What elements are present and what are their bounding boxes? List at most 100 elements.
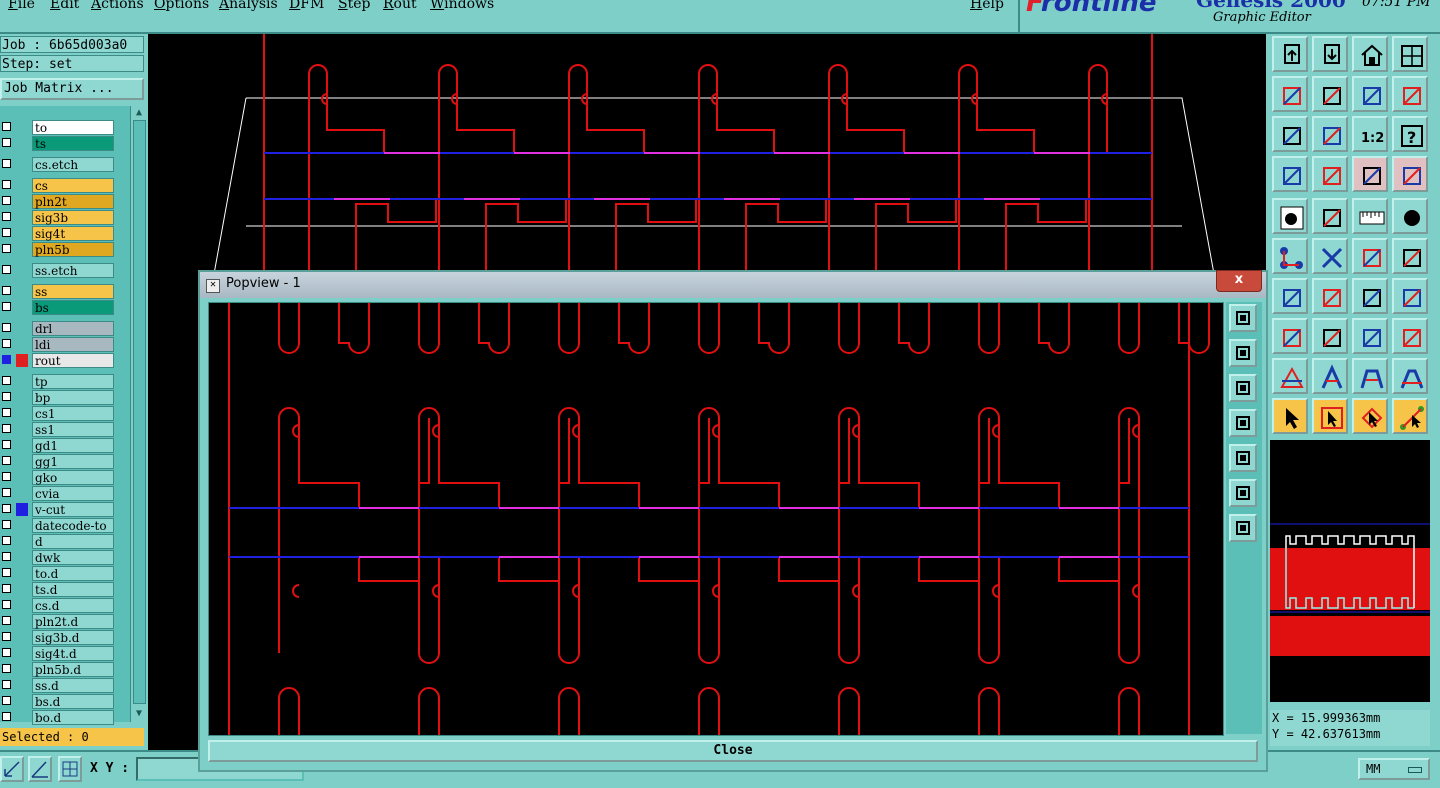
layer-row-cs[interactable]: cs	[0, 178, 116, 193]
layer-checkbox[interactable]	[2, 392, 11, 401]
menu-dfm[interactable]: DFM	[289, 0, 324, 12]
layer-row-bp[interactable]: bp	[0, 390, 116, 405]
layer-checkbox[interactable]	[2, 632, 11, 641]
arc-button[interactable]	[1312, 358, 1348, 394]
diagonal-button[interactable]	[1312, 278, 1348, 314]
layer-row-bs[interactable]: bs	[0, 300, 116, 315]
layer-checkbox[interactable]	[2, 536, 11, 545]
select-mode-button[interactable]	[0, 756, 24, 782]
dimension-button[interactable]	[1352, 318, 1388, 354]
layer-row-to[interactable]: to	[0, 120, 116, 135]
load-button[interactable]	[1272, 36, 1308, 72]
layer-checkbox[interactable]	[2, 664, 11, 673]
arrow-pad-button[interactable]	[1352, 238, 1388, 274]
units-select[interactable]: MM	[1358, 758, 1430, 780]
pointer2-button[interactable]	[1312, 398, 1348, 434]
angle-button[interactable]	[1272, 278, 1308, 314]
layer-checkbox[interactable]	[2, 138, 11, 147]
layer-row-cvia[interactable]: cvia	[0, 486, 116, 501]
layer-checkbox[interactable]	[2, 339, 11, 348]
ruler-button[interactable]	[1352, 198, 1388, 234]
overview-minimap[interactable]	[1270, 440, 1430, 702]
menu-windows[interactable]: Windows	[430, 0, 494, 12]
snap-button[interactable]	[1312, 156, 1348, 192]
layer-row-ss.etch[interactable]: ss.etch	[0, 263, 116, 278]
menu-rout[interactable]: Rout	[383, 0, 417, 12]
close-button[interactable]: Close	[208, 740, 1258, 762]
layer-checkbox[interactable]	[2, 212, 11, 221]
layer-checkbox[interactable]	[2, 680, 11, 689]
layer-checkbox[interactable]	[2, 159, 11, 168]
pad-select-button[interactable]	[1272, 318, 1308, 354]
minus-button[interactable]	[1312, 318, 1348, 354]
measure-mode-button[interactable]	[28, 756, 52, 782]
popview-fit-button[interactable]	[1229, 479, 1257, 507]
layer-checkbox[interactable]	[2, 323, 11, 332]
rotate-button[interactable]	[1352, 278, 1388, 314]
layer-checkbox[interactable]	[2, 552, 11, 561]
layer-row-sig3b[interactable]: sig3b	[0, 210, 116, 225]
next-button[interactable]	[1312, 76, 1348, 112]
layer-row-sig4t.d[interactable]: sig4t.d	[0, 646, 116, 661]
layer-row-ldi[interactable]: ldi	[0, 337, 116, 352]
layer-row-tp[interactable]: tp	[0, 374, 116, 389]
layer-row-drl[interactable]: drl	[0, 321, 116, 336]
popview-next-button[interactable]	[1229, 444, 1257, 472]
layer-row-d[interactable]: d	[0, 534, 116, 549]
connect-button[interactable]	[1272, 238, 1308, 274]
layer-checkbox[interactable]	[2, 600, 11, 609]
scale-1-2-button[interactable]: 1:2	[1352, 116, 1388, 152]
layer-row-cs.d[interactable]: cs.d	[0, 598, 116, 613]
layer-row-pln2t[interactable]: pln2t	[0, 194, 116, 209]
layer-checkbox[interactable]	[2, 520, 11, 529]
layer-row-gko[interactable]: gko	[0, 470, 116, 485]
grid-button[interactable]	[1392, 36, 1428, 72]
grid-mode-button[interactable]	[58, 756, 82, 782]
tools-button[interactable]	[1272, 156, 1308, 192]
popview-load-button[interactable]	[1229, 339, 1257, 367]
layer-checkbox[interactable]	[2, 180, 11, 189]
layer-row-gd1[interactable]: gd1	[0, 438, 116, 453]
scroll-down-icon[interactable]: ▼	[133, 708, 145, 720]
cross-button[interactable]	[1312, 238, 1348, 274]
layer-checkbox[interactable]	[2, 376, 11, 385]
arrow-pad2-button[interactable]	[1392, 238, 1428, 274]
layer-row-ts[interactable]: ts	[0, 136, 116, 151]
layer-checkbox[interactable]	[2, 648, 11, 657]
layer-checkbox[interactable]	[2, 244, 11, 253]
popview-prev-button[interactable]	[1229, 409, 1257, 437]
arch-button[interactable]	[1352, 358, 1388, 394]
layer-checkbox[interactable]	[2, 616, 11, 625]
flip-button[interactable]	[1392, 278, 1428, 314]
menu-help[interactable]: Help	[970, 0, 1004, 12]
layer-checkbox[interactable]	[2, 696, 11, 705]
scroll-up-icon[interactable]: ▲	[133, 107, 145, 119]
layer-row-gg1[interactable]: gg1	[0, 454, 116, 469]
menu-step[interactable]: Step	[338, 0, 370, 12]
layer-row-rout[interactable]: rout	[0, 353, 116, 368]
popview-pan-button[interactable]	[1229, 514, 1257, 542]
circle-button[interactable]	[1392, 198, 1428, 234]
layer-scrollbar[interactable]: ▲ ▼	[130, 106, 147, 722]
menu-options[interactable]: Options	[154, 0, 209, 12]
compare2-button[interactable]	[1392, 156, 1428, 192]
home-button[interactable]	[1352, 36, 1388, 72]
layer-checkbox[interactable]	[2, 355, 11, 364]
line-button[interactable]	[1312, 198, 1348, 234]
layer-checkbox[interactable]	[2, 440, 11, 449]
menu-analysis[interactable]: Analysis	[219, 0, 278, 12]
layer-row-dwk[interactable]: dwk	[0, 550, 116, 565]
layer-row-bs.d[interactable]: bs.d	[0, 694, 116, 709]
compare-button[interactable]	[1352, 156, 1388, 192]
layer-checkbox[interactable]	[2, 584, 11, 593]
layer-row-ss[interactable]: ss	[0, 284, 116, 299]
layer-row-ss1[interactable]: ss1	[0, 422, 116, 437]
layer-row-ts.d[interactable]: ts.d	[0, 582, 116, 597]
menu-edit[interactable]: Edit	[50, 0, 79, 12]
popview-titlebar[interactable]: ✕ Popview - 1 x	[200, 270, 1266, 298]
layer-checkbox[interactable]	[2, 196, 11, 205]
undo-button[interactable]	[1352, 76, 1388, 112]
layer-row-sig3b.d[interactable]: sig3b.d	[0, 630, 116, 645]
pointer3-button[interactable]	[1352, 398, 1388, 434]
layer-checkbox[interactable]	[2, 456, 11, 465]
